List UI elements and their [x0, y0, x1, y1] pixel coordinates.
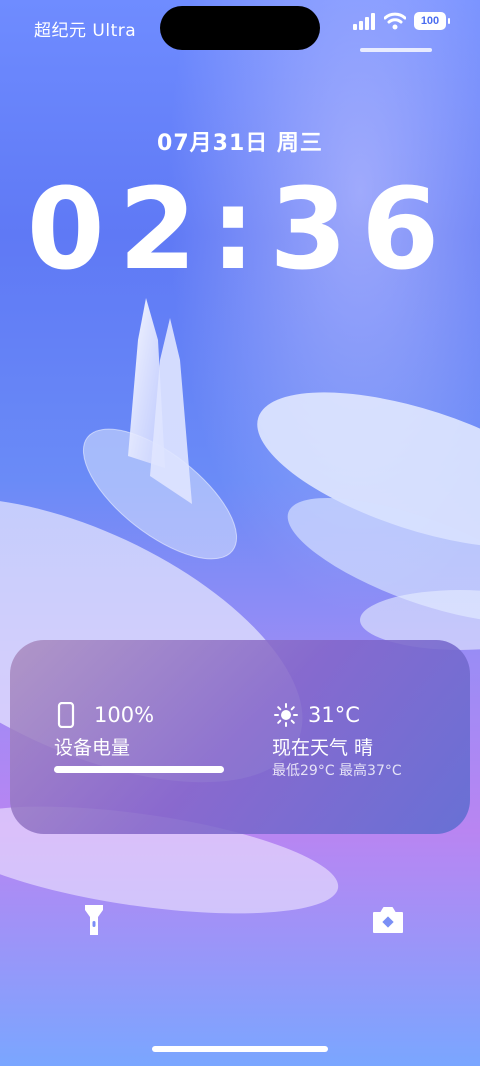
current-temperature: 31°C [308, 703, 360, 727]
battery-progress-bar [54, 766, 224, 773]
camera-button[interactable] [366, 900, 410, 940]
lock-screen: 超纪元 Ultra 100 07月31日 周三 02:36 100% 设备电量 [0, 0, 480, 1066]
flashlight-icon [85, 905, 103, 935]
battery-progress-fill [54, 766, 224, 773]
carrier-label: 超纪元 Ultra [34, 21, 137, 41]
battery-percent: 100% [94, 703, 155, 727]
date-label: 07月31日 周三 [157, 131, 323, 156]
temperature-range: 最低29°C 最高37°C [272, 763, 402, 779]
sun-icon [274, 703, 298, 727]
phone-icon [57, 702, 75, 728]
wifi-icon [384, 12, 406, 30]
battery-label: 设备电量 [54, 737, 131, 759]
status-icons: 100 [352, 12, 450, 30]
control-center-handle[interactable] [360, 48, 432, 52]
flashlight-button[interactable] [74, 900, 114, 940]
dynamic-island [160, 6, 320, 50]
clock-time: 02:36 [26, 165, 454, 295]
weather-condition: 现在天气 晴 [272, 737, 374, 759]
camera-icon [373, 907, 403, 933]
home-indicator[interactable] [152, 1046, 328, 1052]
signal-icon [353, 13, 375, 30]
battery-icon: 100 [414, 12, 450, 30]
status-widget[interactable]: 100% 设备电量 31°C 现在天气 晴 最低29°C 最高37°C [10, 640, 470, 834]
